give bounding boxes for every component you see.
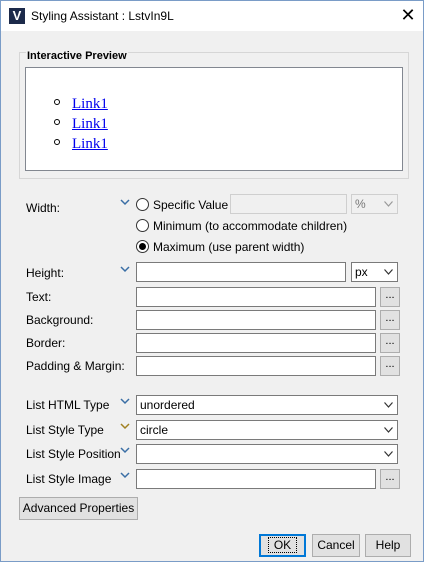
- width-unit-value: %: [355, 197, 366, 211]
- list-style-type-value: circle: [140, 423, 169, 437]
- height-value-input[interactable]: [136, 262, 346, 282]
- list-style-image-label: List Style Image: [26, 472, 112, 486]
- height-label: Height:: [26, 266, 65, 280]
- list-item: Link1: [54, 134, 108, 154]
- list-style-image-input[interactable]: [136, 469, 376, 489]
- circle-bullet-icon: [54, 119, 60, 125]
- background-browse-button[interactable]: ...: [380, 310, 400, 330]
- width-value-input[interactable]: [230, 194, 347, 214]
- preview-link[interactable]: Link1: [72, 116, 108, 132]
- list-style-type-label: List Style Type: [26, 423, 104, 437]
- list-html-type-value: unordered: [140, 398, 195, 412]
- chevron-down-icon: [384, 269, 393, 275]
- list-html-type-select[interactable]: unordered: [136, 395, 398, 415]
- chevron-down-icon: [384, 201, 393, 207]
- list-style-position-select[interactable]: [136, 444, 398, 464]
- help-button[interactable]: Help: [365, 534, 411, 557]
- v-logo-icon: V: [9, 8, 25, 24]
- chevron-down-icon[interactable]: [120, 446, 130, 454]
- padding-margin-label: Padding & Margin:: [26, 359, 125, 373]
- preview-group-title: Interactive Preview: [26, 50, 128, 62]
- background-label: Background:: [26, 313, 94, 327]
- chevron-down-icon: [384, 451, 393, 457]
- background-input[interactable]: [136, 310, 376, 330]
- padding-margin-input[interactable]: [136, 356, 376, 376]
- preview-link[interactable]: Link1: [72, 96, 108, 112]
- chevron-down-icon[interactable]: [120, 198, 130, 206]
- list-style-type-select[interactable]: circle: [136, 420, 398, 440]
- chevron-down-icon: [384, 427, 393, 433]
- height-unit-select[interactable]: px: [351, 262, 398, 282]
- list-item: Link1: [54, 114, 108, 134]
- width-maximum-label: Maximum (use parent width): [153, 240, 305, 254]
- list-item: Link1: [54, 94, 108, 114]
- ok-button[interactable]: OK: [259, 534, 306, 557]
- padding-margin-browse-button[interactable]: ...: [380, 356, 400, 376]
- chevron-down-icon: [384, 402, 393, 408]
- circle-bullet-icon: [54, 99, 60, 105]
- width-minimum-label: Minimum (to accommodate children): [153, 219, 348, 233]
- advanced-properties-button[interactable]: Advanced Properties: [19, 497, 138, 520]
- window-title: Styling Assistant : LstvIn9L: [31, 9, 174, 23]
- preview-pane: Link1 Link1 Link1: [25, 67, 403, 171]
- title-bar: V Styling Assistant : LstvIn9L ✕: [1, 1, 423, 31]
- list-style-position-label: List Style Position: [26, 447, 121, 461]
- border-browse-button[interactable]: ...: [380, 333, 400, 353]
- width-specific-radio[interactable]: [136, 198, 149, 211]
- text-input[interactable]: [136, 287, 376, 307]
- styling-assistant-window: V Styling Assistant : LstvIn9L ✕ Interac…: [0, 0, 424, 562]
- cancel-button[interactable]: Cancel: [312, 534, 360, 557]
- chevron-down-icon[interactable]: [120, 397, 130, 405]
- width-minimum-radio[interactable]: [136, 219, 149, 232]
- chevron-down-icon[interactable]: [120, 471, 130, 479]
- height-unit-value: px: [355, 265, 368, 279]
- border-input[interactable]: [136, 333, 376, 353]
- text-browse-button[interactable]: ...: [380, 287, 400, 307]
- text-label: Text:: [26, 290, 52, 304]
- preview-list: Link1 Link1 Link1: [54, 94, 108, 154]
- width-specific-label: Specific Value: [153, 198, 229, 212]
- width-maximum-radio[interactable]: [136, 240, 149, 253]
- ok-button-label: OK: [267, 537, 298, 553]
- width-unit-select[interactable]: %: [351, 194, 398, 214]
- chevron-down-icon[interactable]: [120, 265, 130, 273]
- width-label: Width:: [26, 201, 61, 215]
- border-label: Border:: [26, 336, 66, 350]
- list-style-image-browse-button[interactable]: ...: [380, 469, 400, 489]
- chevron-down-icon[interactable]: [120, 422, 130, 430]
- list-html-type-label: List HTML Type: [26, 398, 110, 412]
- preview-link[interactable]: Link1: [72, 136, 108, 152]
- close-icon[interactable]: ✕: [397, 5, 419, 25]
- circle-bullet-icon: [54, 139, 60, 145]
